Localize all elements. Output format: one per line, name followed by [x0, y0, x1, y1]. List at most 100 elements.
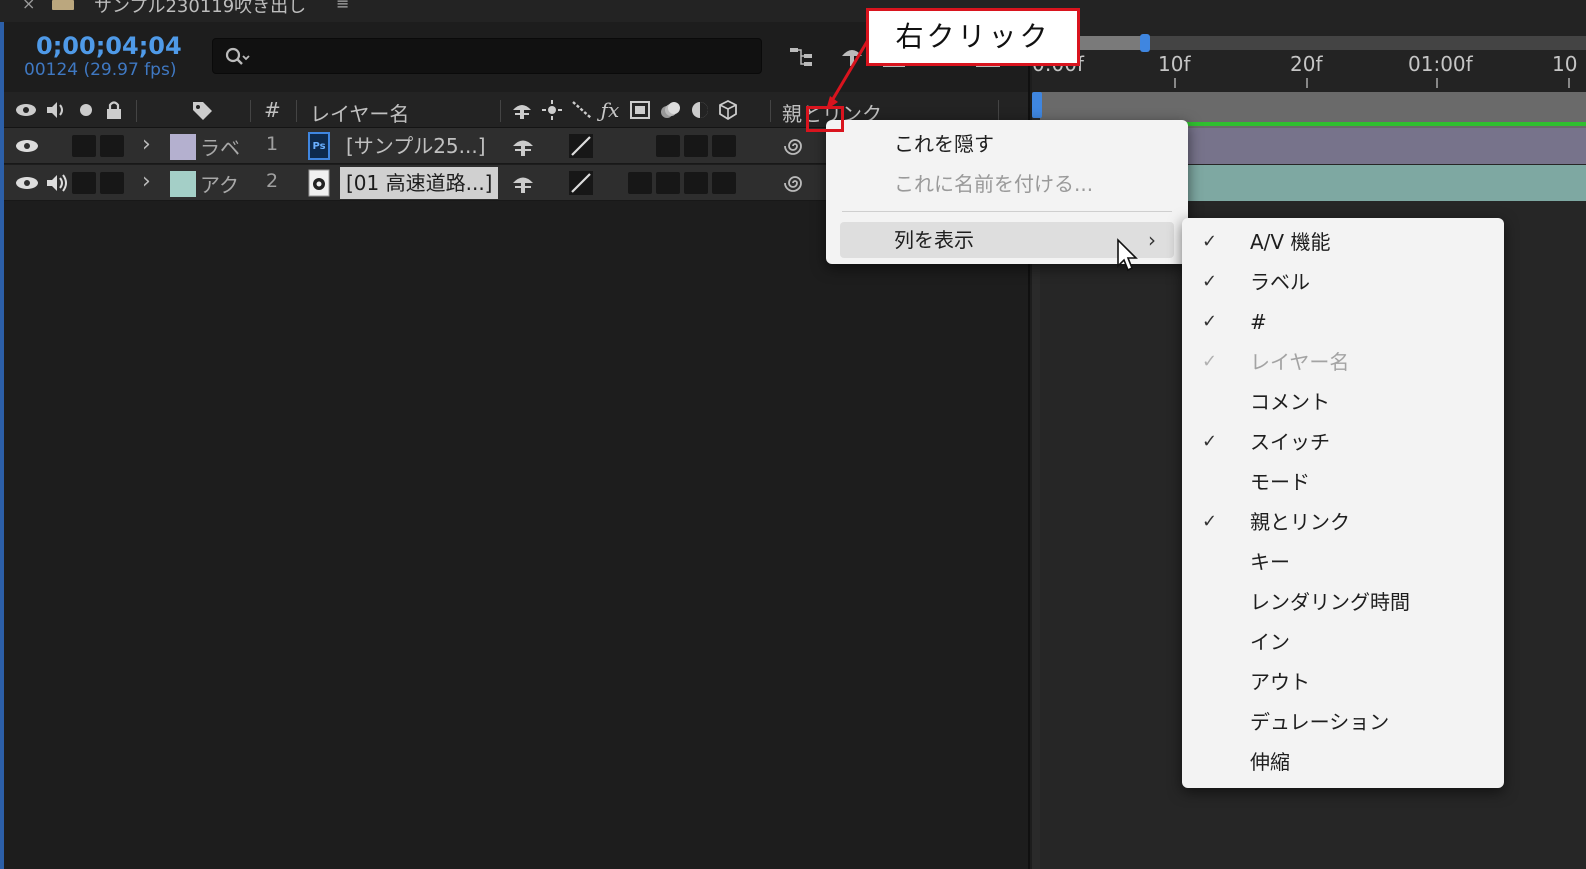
solo-toggle[interactable] [72, 135, 96, 157]
switch-toggle[interactable] [628, 172, 652, 194]
submenu-item-number[interactable]: ✓ # [1182, 302, 1504, 342]
submenu-item-stretch[interactable]: 伸縮 [1182, 742, 1504, 782]
layer-search-input[interactable] [212, 38, 762, 74]
quality-switch-icon[interactable] [570, 99, 594, 121]
submenu-item-render-time[interactable]: レンダリング時間 [1182, 582, 1504, 622]
lock-icon[interactable] [102, 99, 126, 121]
switch-toggle[interactable] [712, 135, 736, 157]
submenu-chevron-icon: › [1148, 228, 1156, 252]
speaker-icon[interactable] [44, 172, 70, 194]
switch-toggle[interactable] [656, 135, 680, 157]
expand-chevron-icon[interactable]: › [142, 169, 151, 194]
submenu-item-keys[interactable]: キー [1182, 542, 1504, 582]
shy-switch-icon[interactable] [510, 170, 536, 196]
shy-switch-icon[interactable] [510, 133, 536, 159]
submenu-item-label: A/V 機能 [1250, 230, 1331, 254]
submenu-item-label: # [1250, 310, 1267, 334]
submenu-item-parent-link[interactable]: ✓ 親とリンク [1182, 502, 1504, 542]
panel-menu-icon[interactable]: ≡ [336, 0, 349, 13]
ruler-tick [1174, 78, 1176, 88]
mouse-pointer-icon [1117, 238, 1138, 272]
composition-tab-strip: × サンプル230119吹き出し ≡ [0, 0, 1586, 22]
layer-name-header[interactable]: レイヤー名 [310, 98, 409, 127]
close-tab-icon[interactable]: × [22, 0, 35, 13]
ruler-tick [1306, 78, 1308, 88]
switch-toggle[interactable] [684, 135, 708, 157]
submenu-item-switches[interactable]: ✓ スイッチ [1182, 422, 1504, 462]
adjustment-layer-icon[interactable] [688, 99, 712, 121]
ruler-label: 10 [1552, 52, 1578, 76]
collapse-switch-icon[interactable] [540, 99, 564, 121]
switch-toggle[interactable] [712, 172, 736, 194]
playhead-marker[interactable] [1032, 92, 1042, 118]
submenu-item-label: イン [1250, 630, 1290, 654]
menu-item-label: これを隠す [894, 132, 994, 156]
submenu-item-label: アウト [1250, 670, 1310, 694]
label-color-swatch[interactable] [170, 134, 196, 160]
ruler-label: 01:00f [1408, 52, 1473, 76]
solo-toggle[interactable] [72, 172, 96, 194]
frame-blend-switch-icon[interactable] [628, 99, 652, 121]
check-icon: ✓ [1202, 431, 1218, 452]
pick-whip-icon[interactable] [782, 133, 808, 159]
submenu-item-label-column[interactable]: ✓ ラベル [1182, 262, 1504, 302]
submenu-item-layer-name: ✓ レイヤー名 [1182, 342, 1504, 382]
switch-toggle[interactable] [656, 172, 680, 194]
column-divider [136, 100, 137, 122]
submenu-item-comment[interactable]: コメント [1182, 382, 1504, 422]
menu-item-label: これに名前を付ける... [894, 172, 1094, 196]
label-name: アク [200, 173, 239, 197]
effects-switch-icon[interactable]: ƒx [598, 99, 622, 121]
solo-icon[interactable] [74, 99, 98, 121]
submenu-item-label: レンダリング時間 [1250, 590, 1410, 614]
submenu-item-label: ラベル [1250, 270, 1310, 294]
layer-name-selected[interactable]: [01 高速道路...] [340, 167, 499, 199]
layer-name[interactable]: [サンプル25...] [340, 130, 492, 162]
video-visibility-icon[interactable] [14, 99, 38, 121]
layer-number: 1 [266, 133, 279, 155]
submenu-item-label: キー [1250, 550, 1290, 574]
show-columns-submenu: ✓ A/V 機能 ✓ ラベル ✓ # ✓ レイヤー名 コメント ✓ スイッチ モ… [1182, 218, 1504, 788]
eye-icon[interactable] [14, 137, 40, 155]
shy-switch-icon[interactable] [510, 99, 534, 121]
3d-layer-icon[interactable] [716, 99, 740, 121]
video-file-icon [308, 169, 330, 197]
check-icon: ✓ [1202, 311, 1218, 332]
submenu-item-in[interactable]: イン [1182, 622, 1504, 662]
composition-folder-icon [52, 0, 74, 10]
submenu-item-out[interactable]: アウト [1182, 662, 1504, 702]
label-color-swatch[interactable] [170, 171, 196, 197]
current-timecode[interactable]: 0;00;04;04 [36, 32, 182, 60]
work-area-handle[interactable] [1140, 34, 1150, 52]
layer-number-header[interactable]: # [264, 98, 281, 122]
photoshop-file-icon: Ps [308, 132, 330, 160]
menu-item-hide-column[interactable]: これを隠す [840, 126, 1174, 162]
submenu-item-av-features[interactable]: ✓ A/V 機能 [1182, 222, 1504, 262]
ruler-tick [1568, 78, 1570, 88]
shy-layers-icon[interactable] [838, 44, 866, 70]
check-icon: ✓ [1202, 271, 1218, 292]
ruler-tick [1436, 78, 1438, 88]
submenu-item-duration[interactable]: デュレーション [1182, 702, 1504, 742]
label-tag-icon[interactable] [190, 99, 214, 121]
motion-blur-switch-icon[interactable] [658, 99, 682, 121]
ruler-label: 20f [1290, 52, 1323, 76]
annotation-target-box [806, 106, 844, 132]
column-divider [770, 100, 771, 122]
composition-tab-title[interactable]: サンプル230119吹き出し [94, 0, 306, 18]
time-ruler[interactable]: 0:00f 10f 20f 01:00f 10 [1032, 22, 1586, 92]
annotation-callout: 右クリック [866, 8, 1080, 66]
lock-toggle[interactable] [100, 172, 124, 194]
pick-whip-icon[interactable] [782, 170, 808, 196]
expand-chevron-icon[interactable]: › [142, 132, 151, 157]
submenu-item-label: モード [1250, 470, 1310, 494]
quality-switch-icon[interactable] [568, 170, 594, 196]
lock-toggle[interactable] [100, 135, 124, 157]
switch-toggle[interactable] [684, 172, 708, 194]
composition-flowchart-icon[interactable] [788, 44, 816, 70]
submenu-item-label: レイヤー名 [1250, 350, 1350, 374]
submenu-item-modes[interactable]: モード [1182, 462, 1504, 502]
audio-icon[interactable] [44, 99, 68, 121]
quality-switch-icon[interactable] [568, 133, 594, 159]
eye-icon[interactable] [14, 174, 40, 192]
